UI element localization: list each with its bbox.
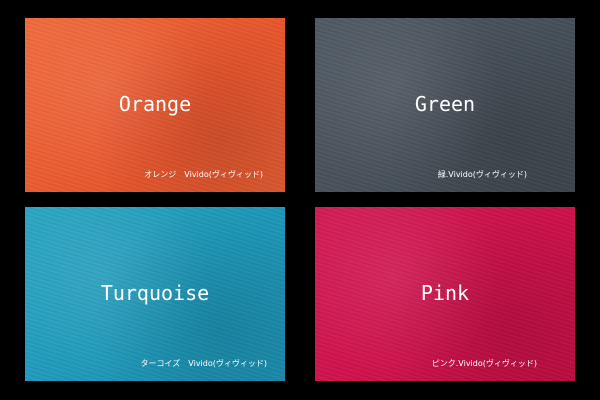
swatch-name: Green (414, 92, 476, 116)
swatch-caption: ピンク.Vivido(ヴィヴィッド) (431, 359, 537, 368)
swatch-name: Orange (118, 92, 192, 116)
green-swatch: Green 緑.Vivido(ヴィヴィッド) (315, 18, 575, 192)
swatch-name: Turquoise (100, 281, 210, 305)
orange-swatch: Orange オレンジ Vivido(ヴィヴィッド) (25, 18, 285, 192)
turquoise-swatch: Turquoise ターコイズ Vivido(ヴィヴィッド) (25, 207, 285, 381)
swatch-name: Pink (420, 281, 470, 305)
swatch-caption: オレンジ Vivido(ヴィヴィッド) (144, 170, 263, 179)
pink-swatch: Pink ピンク.Vivido(ヴィヴィッド) (315, 207, 575, 381)
swatch-caption: ターコイズ Vivido(ヴィヴィッド) (140, 359, 267, 368)
swatch-caption: 緑.Vivido(ヴィヴィッド) (437, 170, 527, 179)
